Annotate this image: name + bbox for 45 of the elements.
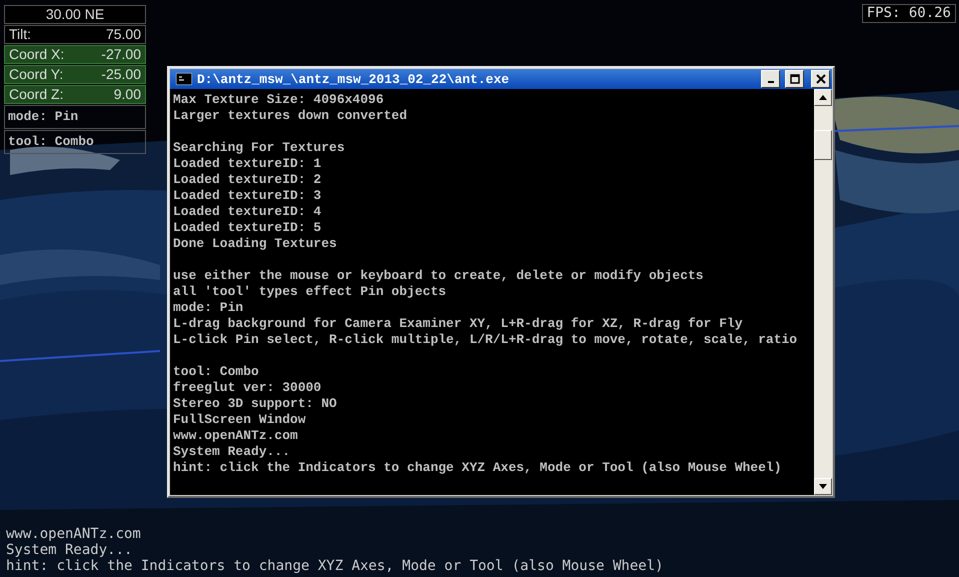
scroll-thumb[interactable] — [814, 130, 832, 160]
console-line: Loaded textureID: 5 — [173, 220, 322, 236]
console-icon — [176, 73, 192, 85]
console-line: Stereo 3D support: NO — [173, 396, 338, 412]
status-line: hint: click the Indicators to change XYZ Axes, Mode or Tool (also Mouse Wheel) — [6, 558, 664, 574]
console-line: Loaded textureID: 3 — [173, 188, 322, 204]
up-arrow-icon — [819, 95, 827, 100]
close-button[interactable] — [811, 70, 830, 88]
console-line: hint: click the Indicators to change XYZ Axes, Mode or Tool (also Mouse Wheel) — [173, 460, 782, 476]
console-line: freeglut ver: 30000 — [173, 380, 322, 396]
indicator-button[interactable]: Coord X: -27.00 — [4, 45, 146, 64]
indicator-button[interactable]: Coord Z: 9.00 — [4, 85, 146, 104]
console-line: Larger textures down converted — [173, 108, 408, 124]
status-line: System Ready... — [6, 542, 134, 558]
scroll-down-button[interactable] — [814, 478, 832, 495]
fps-counter: FPS: 60.26 — [862, 4, 956, 23]
console-line: System Ready... — [173, 444, 292, 460]
console-line: Loaded textureID: 2 — [173, 172, 322, 188]
console-line: Max Texture Size: 4096x4096 — [173, 92, 385, 108]
maximize-icon — [790, 74, 800, 84]
console-line: mode: Pin — [173, 300, 244, 316]
console-line: L-click Pin select, R-click multiple, L/R/L+R-drag to move, rotate, scale, ratio — [173, 332, 798, 348]
console-line: Loaded textureID: 1 — [173, 156, 322, 172]
indicator-button[interactable]: tool: Combo — [4, 130, 146, 154]
status-line: www.openANTz.com — [6, 526, 142, 542]
close-icon — [816, 74, 826, 84]
console-line: www.openANTz.com — [173, 428, 299, 444]
console-line: L-drag background for Camera Examiner XY, L+R-drag for XZ, R-drag for Fly — [173, 316, 744, 332]
console-line: Loaded textureID: 4 — [173, 204, 322, 220]
console-line: tool: Combo — [173, 364, 260, 380]
console-line: all 'tool' types effect Pin objects — [173, 284, 448, 300]
indicator-button[interactable]: Tilt: 75.00 — [4, 25, 146, 44]
indicator-button[interactable]: 30.00 NE — [4, 5, 146, 24]
console-line: use either the mouse or keyboard to create, delete or modify objects — [173, 268, 704, 284]
minimize-button[interactable] — [761, 70, 780, 88]
maximize-button[interactable] — [785, 70, 804, 88]
scrollbar[interactable] — [814, 89, 832, 495]
window-title: D:\antz_msw_\antz_msw_2013_02_22\ant.exe — [197, 72, 510, 86]
console-line: Done Loading Textures — [173, 236, 338, 252]
indicator-button[interactable]: mode: Pin — [4, 105, 146, 129]
down-arrow-icon — [819, 484, 827, 489]
console-line: Searching For Textures — [173, 140, 346, 156]
scroll-up-button[interactable] — [814, 89, 832, 106]
console-line: FullScreen Window — [173, 412, 307, 428]
indicator-button[interactable]: Coord Y: -25.00 — [4, 65, 146, 84]
